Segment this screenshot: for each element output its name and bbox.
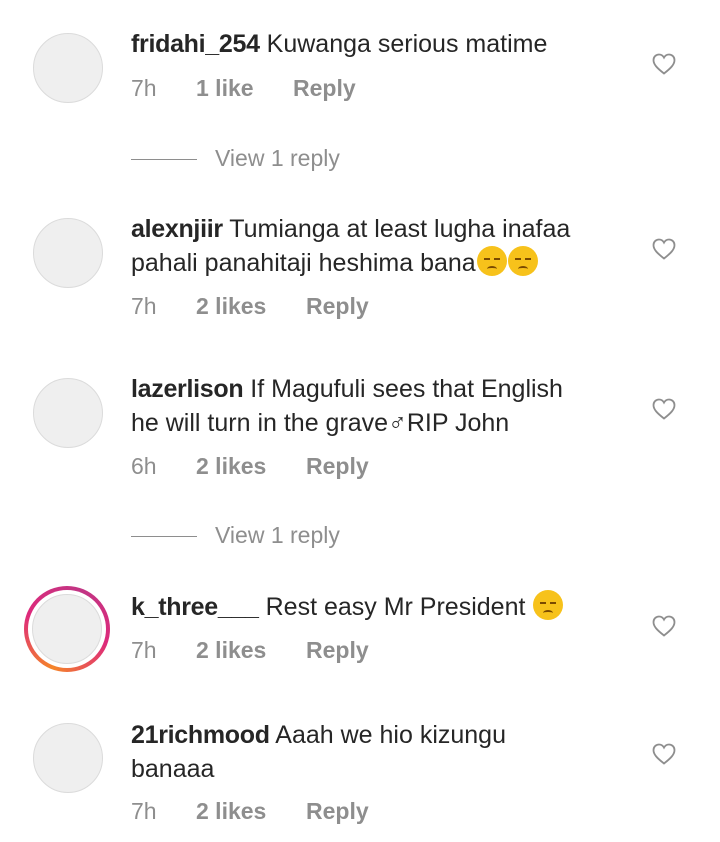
comment-username[interactable]: lazerlison — [131, 375, 244, 403]
comment-time: 7h — [131, 293, 157, 319]
avatar[interactable] — [33, 218, 103, 288]
comment-text: k_three___ Rest easy Mr President — [131, 590, 631, 624]
comment-likes[interactable]: 2 likes — [196, 637, 306, 664]
comment-meta: 7h 1 like Reply — [131, 75, 356, 102]
comment-body-line2: banaaa — [131, 755, 215, 783]
reply-button[interactable]: Reply — [306, 293, 369, 320]
avatar[interactable] — [33, 378, 103, 448]
comment-text: lazerlison If Magufuli sees that English… — [131, 372, 631, 440]
divider-line — [131, 536, 197, 538]
view-replies-label: View 1 reply — [215, 522, 340, 548]
comment-body-line2: he will turn in the grave♂RIP John — [131, 409, 510, 437]
comment-likes[interactable]: 2 likes — [196, 293, 306, 320]
avatar-with-story-ring[interactable] — [24, 586, 110, 672]
heart-icon[interactable] — [652, 743, 676, 765]
comment-time: 7h — [131, 75, 157, 101]
heart-icon[interactable] — [652, 398, 676, 420]
comment-body: Kuwanga serious matime — [266, 30, 548, 58]
unamused-emoji-icon — [533, 590, 564, 620]
comment-likes[interactable]: 2 likes — [196, 453, 306, 480]
heart-icon[interactable] — [652, 238, 676, 260]
comment-username[interactable]: k_three___ — [131, 593, 259, 621]
comment-text: fridahi_254 Kuwanga serious matime — [131, 27, 631, 61]
unamused-emoji-icon — [507, 246, 538, 276]
comment-body: Aaah we hio kizungu — [275, 721, 506, 749]
avatar-image — [32, 594, 102, 664]
comment-username[interactable]: 21richmood — [131, 721, 270, 749]
comment-body-line2: pahali panahitaji heshima bana — [131, 249, 476, 277]
heart-icon[interactable] — [652, 615, 676, 637]
comment-text: 21richmood Aaah we hio kizungu banaaa — [131, 718, 631, 786]
comment-body: Tumianga at least lugha inafaa — [229, 215, 571, 243]
comment-time: 7h — [131, 798, 157, 824]
comment-meta: 7h 2 likes Reply — [131, 293, 369, 320]
view-replies-button[interactable]: View 1 reply — [131, 145, 340, 172]
comment-likes[interactable]: 2 likes — [196, 798, 306, 825]
view-replies-button[interactable]: View 1 reply — [131, 522, 340, 549]
reply-button[interactable]: Reply — [306, 453, 369, 480]
comment-meta: 7h 2 likes Reply — [131, 637, 369, 664]
reply-button[interactable]: Reply — [306, 798, 369, 825]
comment-username[interactable]: alexnjiir — [131, 215, 223, 243]
comment-body: Rest easy Mr President — [265, 593, 526, 621]
avatar[interactable] — [33, 723, 103, 793]
comment-meta: 7h 2 likes Reply — [131, 798, 369, 825]
comment-time: 6h — [131, 453, 157, 479]
view-replies-label: View 1 reply — [215, 145, 340, 171]
comment-likes[interactable]: 1 like — [196, 75, 293, 102]
comment-time: 7h — [131, 637, 157, 663]
heart-icon[interactable] — [652, 53, 676, 75]
unamused-emoji-icon — [476, 246, 507, 276]
comment-meta: 6h 2 likes Reply — [131, 453, 369, 480]
reply-button[interactable]: Reply — [306, 637, 369, 664]
comment-username[interactable]: fridahi_254 — [131, 30, 260, 58]
comment-text: alexnjiir Tumianga at least lugha inafaa… — [131, 212, 631, 280]
comment-body: If Magufuli sees that English — [250, 375, 563, 403]
reply-button[interactable]: Reply — [293, 75, 356, 102]
divider-line — [131, 159, 197, 161]
avatar[interactable] — [33, 33, 103, 103]
